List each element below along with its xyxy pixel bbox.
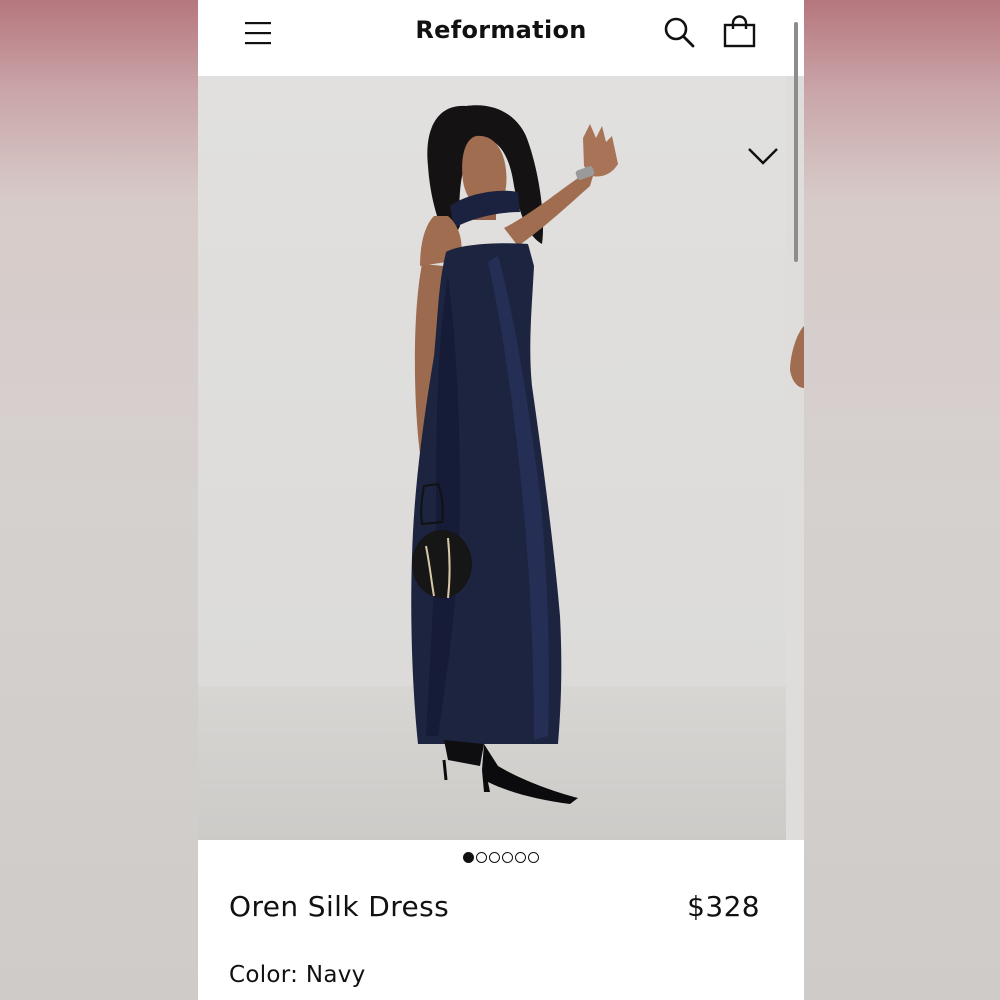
collapse-chevron-icon[interactable] (746, 146, 780, 170)
pagination-dot[interactable] (515, 852, 526, 863)
pagination-dot[interactable] (502, 852, 513, 863)
site-header: Reformation (198, 0, 804, 76)
mobile-screen: Reformation Oren Silk Dress $328 Color: … (198, 0, 804, 1000)
color-label: Color: (229, 962, 299, 988)
scrollbar[interactable] (794, 22, 798, 262)
product-image[interactable] (198, 76, 786, 840)
backdrop-left (0, 0, 198, 1000)
product-name: Oren Silk Dress (229, 890, 450, 923)
pagination-dot[interactable] (528, 852, 539, 863)
color-selector-label: Color: Navy (229, 962, 366, 988)
pagination-dot[interactable] (476, 852, 487, 863)
search-icon[interactable] (663, 16, 695, 50)
image-pagination (198, 852, 804, 866)
backdrop-right (804, 0, 1000, 1000)
pagination-dot[interactable] (489, 852, 500, 863)
model-wearing-dress (411, 105, 618, 804)
pagination-dot[interactable] (463, 852, 474, 863)
product-price: $328 (687, 890, 760, 923)
color-value: Navy (305, 962, 366, 988)
shopping-bag-icon[interactable] (723, 15, 757, 49)
brand-logo[interactable]: Reformation (198, 16, 804, 44)
